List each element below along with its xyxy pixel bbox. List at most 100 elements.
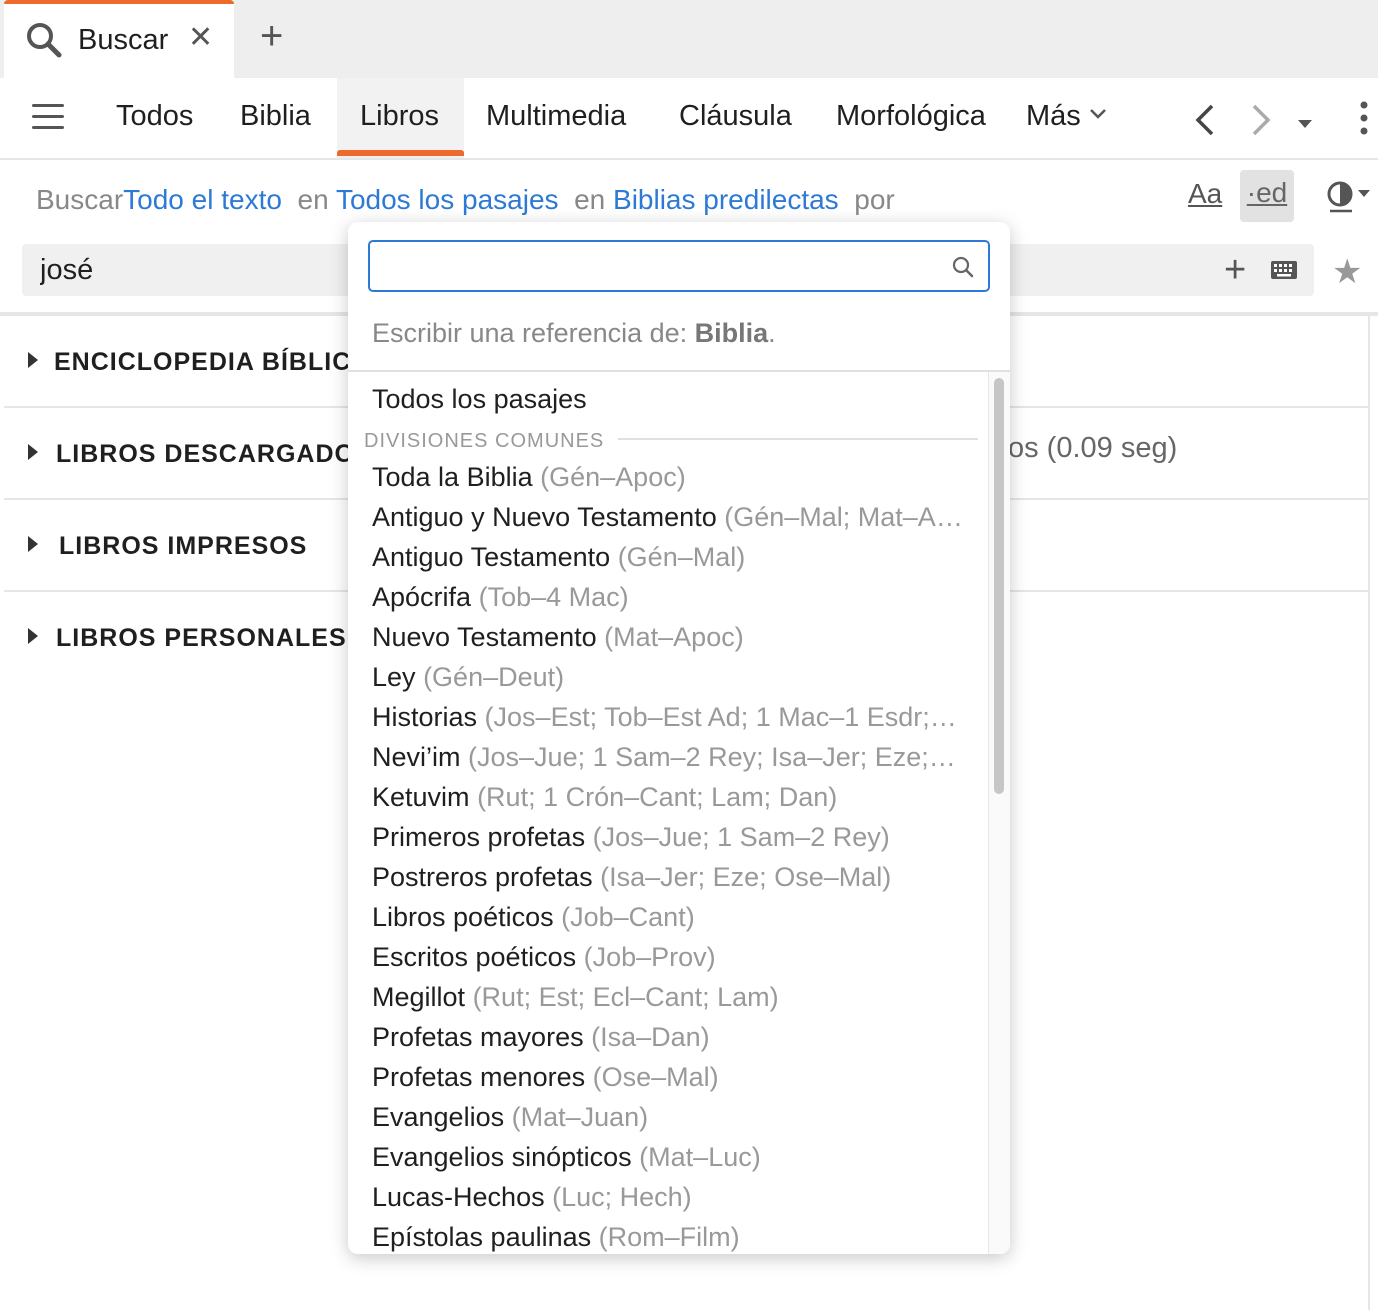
- tab-label: Buscar: [78, 24, 169, 56]
- scrollbar-thumb[interactable]: [994, 378, 1004, 794]
- scope-link[interactable]: Todo el texto: [123, 184, 282, 215]
- list-item[interactable]: Toda la Biblia (Gén–Apoc): [372, 462, 972, 502]
- nav-bar: Todos Biblia Libros Multimedia Cláusula …: [0, 78, 1378, 160]
- list-item[interactable]: Profetas menores (Ose–Mal): [372, 1062, 972, 1102]
- search-en-1: en: [297, 184, 329, 215]
- list-item[interactable]: Ketuvim (Rut; 1 Crón–Cant; Lam; Dan): [372, 782, 972, 822]
- group-header: DIVISIONES COMUNES: [364, 430, 605, 452]
- section-title: LIBROS IMPRESOS: [59, 532, 308, 560]
- list-item-name: Lucas-Hechos: [372, 1182, 545, 1212]
- expand-triangle-icon[interactable]: [28, 444, 38, 460]
- list-item[interactable]: Postreros profetas (Isa–Jer; Eze; Ose–Ma…: [372, 862, 972, 902]
- list-item-name: Nevi’im: [372, 742, 461, 772]
- add-tab-button[interactable]: +: [260, 16, 283, 56]
- keyboard-icon[interactable]: [1270, 260, 1298, 280]
- list-item[interactable]: Historias (Jos–Est; Tob–Est Ad; 1 Mac–1 …: [372, 702, 972, 742]
- list-item-name: Antiguo Testamento: [372, 542, 611, 572]
- list-item-range: (Job–Prov): [583, 942, 716, 972]
- search-prefix: Buscar: [36, 184, 124, 215]
- list-item-name: Nuevo Testamento: [372, 622, 597, 652]
- list-item-range: (Rut; 1 Crón–Cant; Lam; Dan): [477, 782, 838, 812]
- more-options-icon[interactable]: [1358, 100, 1370, 142]
- history-dropdown-icon[interactable]: [1296, 110, 1314, 136]
- section-title: ENCICLOPEDIA BÍBLICA: [54, 348, 371, 376]
- nav-tab-mas[interactable]: Más: [1026, 100, 1081, 133]
- list-item[interactable]: Epístolas paulinas (Rom–Film): [372, 1222, 972, 1254]
- add-term-button[interactable]: +: [1224, 250, 1246, 290]
- section-title: LIBROS PERSONALES 0: [56, 624, 370, 653]
- star-icon[interactable]: ★: [1332, 252, 1362, 292]
- nav-tab-libros[interactable]: Libros: [360, 100, 439, 133]
- reference-search-input[interactable]: [380, 248, 940, 284]
- list-item-name: Primeros profetas: [372, 822, 586, 852]
- list-item-range: (Jos–Est; Tob–Est Ad; 1 Mac–1 Esdr;…: [484, 702, 957, 732]
- reference-hint: Escribir una referencia de: Biblia.: [372, 318, 776, 349]
- list-item-name: Evangelios sinópticos: [372, 1142, 632, 1172]
- list-item[interactable]: Antiguo Testamento (Gén–Mal): [372, 542, 972, 582]
- list-item-name: Profetas menores: [372, 1062, 586, 1092]
- list-item[interactable]: Escritos poéticos (Job–Prov): [372, 942, 972, 982]
- list-item-range: (Tob–4 Mac): [478, 582, 629, 612]
- list-item[interactable]: Nuevo Testamento (Mat–Apoc): [372, 622, 972, 662]
- list-item[interactable]: Apócrifa (Tob–4 Mac): [372, 582, 972, 622]
- list-item-range: (Isa–Jer; Eze; Ose–Mal): [600, 862, 892, 892]
- nav-tab-multimedia[interactable]: Multimedia: [486, 100, 626, 133]
- nav-tab-todos[interactable]: Todos: [116, 100, 193, 133]
- nav-tab-morfologica[interactable]: Morfológica: [836, 100, 986, 133]
- search-scope-line: BuscarTodo el texto en Todos los pasajes…: [36, 184, 895, 216]
- list-item[interactable]: Evangelios sinópticos (Mat–Luc): [372, 1142, 972, 1182]
- list-item-range: (Gén–Apoc): [540, 462, 686, 492]
- list-item-range: (Gén–Mal; Mat–A…: [724, 502, 963, 532]
- search-en-2: en: [574, 184, 606, 215]
- list-item[interactable]: Profetas mayores (Isa–Dan): [372, 1022, 972, 1062]
- section-title-text: LIBROS PERSONALES: [56, 624, 347, 652]
- list-item[interactable]: Primeros profetas (Jos–Jue; 1 Sam–2 Rey): [372, 822, 972, 862]
- list-item[interactable]: Antiguo y Nuevo Testamento (Gén–Mal; Mat…: [372, 502, 972, 542]
- list-item[interactable]: Megillot (Rut; Est; Ecl–Cant; Lam): [372, 982, 972, 1022]
- list-item-range: (Gén–Mal): [617, 542, 746, 572]
- list-item-range: (Mat–Apoc): [604, 622, 744, 652]
- search-suffix: por: [854, 184, 895, 215]
- list-item-range: (Luc; Hech): [552, 1182, 692, 1212]
- list-item[interactable]: Evangelios (Mat–Juan): [372, 1102, 972, 1142]
- font-settings-button[interactable]: Aa: [1188, 178, 1222, 210]
- expand-triangle-icon[interactable]: [28, 536, 38, 552]
- bibles-link[interactable]: Biblias predilectas: [613, 184, 839, 215]
- list-item-name: Ley: [372, 662, 416, 692]
- expand-triangle-icon[interactable]: [28, 352, 38, 368]
- nav-tab-biblia[interactable]: Biblia: [240, 100, 311, 133]
- list-item-range: (Jos–Jue; 1 Sam–2 Rey; Isa–Jer; Eze;…: [468, 742, 956, 772]
- inline-edits-button[interactable]: ·ed: [1240, 170, 1294, 222]
- nav-tab-clausula[interactable]: Cláusula: [679, 100, 792, 133]
- display-mode-icon[interactable]: [1326, 180, 1370, 219]
- menu-icon[interactable]: [32, 104, 64, 132]
- list-item-name: Antiguo y Nuevo Testamento: [372, 502, 717, 532]
- close-icon[interactable]: ✕: [188, 22, 213, 54]
- section-title: LIBROS DESCARGADOS: [56, 440, 373, 468]
- back-arrow-icon[interactable]: [1192, 100, 1218, 147]
- list-item-name: Apócrifa: [372, 582, 472, 612]
- search-input[interactable]: [40, 250, 340, 290]
- list-item-all-passages[interactable]: Todos los pasajes: [372, 384, 587, 415]
- tab-buscar[interactable]: Buscar ✕: [4, 0, 234, 80]
- list-item-name: Evangelios: [372, 1102, 505, 1132]
- list-item-name: Toda la Biblia: [372, 462, 533, 492]
- tab-strip: Buscar ✕ +: [0, 0, 1378, 80]
- list-item-name: Postreros profetas: [372, 862, 593, 892]
- forward-arrow-icon[interactable]: [1248, 100, 1274, 147]
- passage-link[interactable]: Todos los pasajes: [336, 184, 559, 215]
- expand-triangle-icon[interactable]: [28, 628, 38, 644]
- list-item[interactable]: Ley (Gén–Deut): [372, 662, 972, 702]
- list-item[interactable]: Lucas-Hechos (Luc; Hech): [372, 1182, 972, 1222]
- hint-prefix: Escribir una referencia de:: [372, 318, 695, 348]
- list-item-name: Libros poéticos: [372, 902, 554, 932]
- list-item-name: Megillot: [372, 982, 466, 1012]
- list-item-range: (Mat–Juan): [511, 1102, 649, 1132]
- list-item-name: Ketuvim: [372, 782, 470, 812]
- list-item-range: (Gén–Deut): [423, 662, 565, 692]
- list-item[interactable]: Libros poéticos (Job–Cant): [372, 902, 972, 942]
- group-header-line: [618, 438, 978, 440]
- chevron-down-icon[interactable]: [1088, 104, 1108, 130]
- search-icon: [952, 256, 974, 283]
- list-item[interactable]: Nevi’im (Jos–Jue; 1 Sam–2 Rey; Isa–Jer; …: [372, 742, 972, 782]
